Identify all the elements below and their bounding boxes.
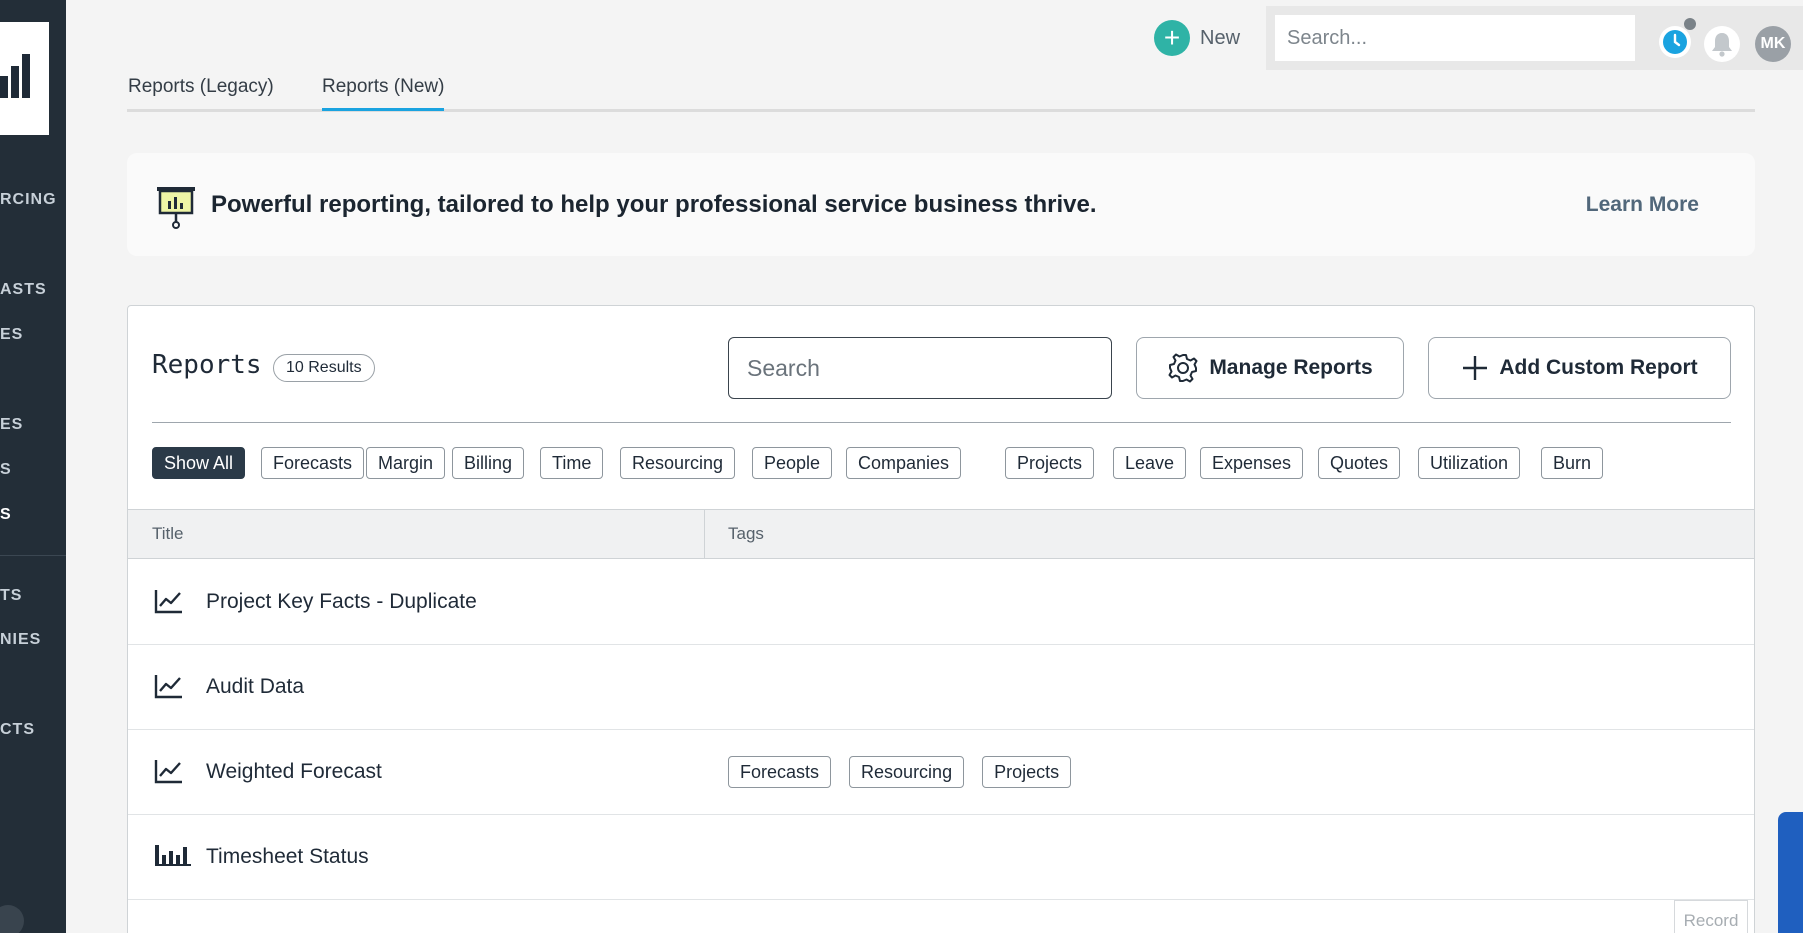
plus-icon bbox=[1463, 356, 1488, 380]
reports-title: Reports bbox=[152, 350, 262, 380]
sidebar: RCING ASTS ES ES S S TS NIES CTS bbox=[0, 0, 66, 933]
manage-reports-label: Manage Reports bbox=[1209, 356, 1373, 379]
filter-expenses[interactable]: Expenses bbox=[1200, 447, 1304, 479]
line-chart-icon bbox=[154, 675, 182, 699]
sidebar-item-3[interactable]: ES bbox=[0, 416, 23, 434]
new-button[interactable]: + New bbox=[1154, 20, 1240, 56]
reports-search-input[interactable] bbox=[728, 337, 1112, 399]
sidebar-item-projects[interactable]: CTS bbox=[0, 721, 35, 739]
filter-billing[interactable]: Billing bbox=[452, 447, 525, 479]
filter-leave[interactable]: Leave bbox=[1113, 447, 1187, 479]
banner-text: Powerful reporting, tailored to help you… bbox=[211, 191, 1097, 218]
divider bbox=[152, 422, 1731, 423]
tab-reports-new[interactable]: Reports (New) bbox=[322, 76, 445, 111]
table-row[interactable]: Audit Data bbox=[128, 645, 1754, 730]
add-custom-report-label: Add Custom Report bbox=[1499, 356, 1698, 379]
tab-reports-legacy[interactable]: Reports (Legacy) bbox=[128, 76, 274, 108]
sidebar-item-2[interactable]: ES bbox=[0, 326, 23, 344]
filter-show-all[interactable]: Show All bbox=[152, 447, 246, 479]
table-row[interactable]: Timesheet Status bbox=[128, 815, 1754, 900]
line-chart-icon bbox=[154, 590, 182, 614]
column-header-tags[interactable]: Tags bbox=[728, 524, 764, 544]
table-row[interactable]: Project Key Facts - Duplicate bbox=[128, 560, 1754, 645]
report-title[interactable]: Timesheet Status bbox=[206, 845, 369, 869]
bell-icon bbox=[1712, 33, 1732, 57]
plus-icon: + bbox=[1154, 20, 1190, 56]
table-row[interactable]: Weighted Forecast Forecasts Resourcing P… bbox=[128, 730, 1754, 815]
line-chart-icon bbox=[154, 760, 182, 784]
promo-banner: Powerful reporting, tailored to help you… bbox=[127, 153, 1755, 256]
column-divider[interactable] bbox=[704, 510, 705, 559]
report-title[interactable]: Audit Data bbox=[206, 675, 304, 699]
sidebar-item-contacts[interactable]: TS bbox=[0, 587, 22, 605]
report-tabs: Reports (Legacy) Reports (New) bbox=[127, 70, 1755, 112]
filter-people[interactable]: People bbox=[752, 447, 833, 479]
report-title[interactable]: Weighted Forecast bbox=[206, 760, 382, 784]
timer-button[interactable] bbox=[1659, 26, 1691, 58]
filter-resourcing[interactable]: Resourcing bbox=[620, 447, 736, 479]
tag-badge: Forecasts bbox=[728, 756, 832, 788]
sidebar-divider bbox=[0, 555, 66, 556]
filter-margin[interactable]: Margin bbox=[366, 447, 446, 479]
avatar[interactable]: MK bbox=[1755, 26, 1791, 62]
add-custom-report-button[interactable]: Add Custom Report bbox=[1428, 337, 1731, 399]
top-bar: + New MK bbox=[66, 0, 1803, 72]
filter-utilization[interactable]: Utilization bbox=[1418, 447, 1521, 479]
timer-status-dot bbox=[1684, 18, 1696, 30]
record-button[interactable]: Record bbox=[1674, 900, 1748, 933]
manage-reports-button[interactable]: Manage Reports bbox=[1136, 337, 1404, 399]
filter-forecasts[interactable]: Forecasts bbox=[261, 447, 365, 479]
report-title[interactable]: Project Key Facts - Duplicate bbox=[206, 590, 477, 614]
column-header-title[interactable]: Title bbox=[152, 524, 184, 544]
sidebar-item-forecasts[interactable]: ASTS bbox=[0, 281, 47, 299]
filter-time[interactable]: Time bbox=[540, 447, 604, 479]
filter-companies[interactable]: Companies bbox=[846, 447, 962, 479]
sidebar-item-reports[interactable]: S bbox=[0, 506, 12, 524]
filter-burn[interactable]: Burn bbox=[1541, 447, 1604, 479]
clock-icon bbox=[1663, 30, 1687, 54]
bar-chart-icon bbox=[155, 845, 191, 866]
sidebar-item-companies[interactable]: NIES bbox=[0, 631, 41, 649]
learn-more-link[interactable]: Learn More bbox=[1586, 193, 1699, 217]
notifications-button[interactable] bbox=[1704, 26, 1740, 62]
logo-bars-icon bbox=[0, 54, 30, 98]
sidebar-item-4[interactable]: S bbox=[0, 461, 12, 479]
sidebar-item-resourcing[interactable]: RCING bbox=[0, 191, 57, 209]
reports-card: Reports 10 Results Manage Reports Add Cu… bbox=[127, 305, 1755, 933]
help-widget-tab[interactable] bbox=[1778, 812, 1803, 933]
filter-projects[interactable]: Projects bbox=[1005, 447, 1095, 479]
app-logo[interactable] bbox=[0, 22, 49, 135]
presentation-board-icon bbox=[157, 187, 195, 229]
top-search-area: MK bbox=[1266, 6, 1803, 70]
results-count-badge: 10 Results bbox=[273, 354, 375, 382]
new-button-label: New bbox=[1200, 26, 1241, 49]
tag-badge: Projects bbox=[982, 756, 1072, 788]
table-header: Title Tags bbox=[128, 509, 1754, 559]
report-tags: Forecasts Resourcing Projects bbox=[728, 756, 1072, 788]
global-search-input[interactable] bbox=[1275, 15, 1635, 61]
tag-badge: Resourcing bbox=[849, 756, 965, 788]
filter-quotes[interactable]: Quotes bbox=[1318, 447, 1401, 479]
gear-icon bbox=[1168, 353, 1198, 383]
sidebar-collapse-button[interactable] bbox=[0, 905, 24, 933]
